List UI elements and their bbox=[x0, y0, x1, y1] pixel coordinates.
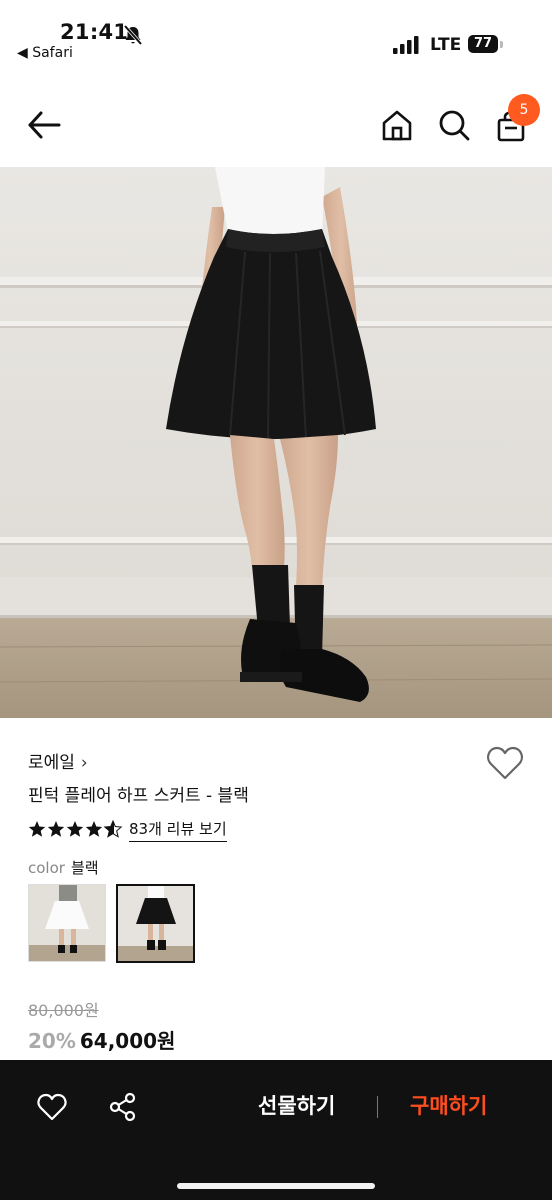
original-price: 80,000원 bbox=[28, 1001, 99, 1020]
home-icon[interactable] bbox=[380, 108, 414, 142]
carrier-label: LTE bbox=[430, 35, 462, 55]
chevron-right-icon: › bbox=[80, 753, 88, 773]
status-bar: 21:41 ◀ Safari LTE 77 bbox=[0, 0, 552, 80]
battery-tip bbox=[500, 41, 503, 48]
notification-muted-icon bbox=[123, 24, 143, 46]
divider bbox=[377, 1096, 378, 1118]
top-navigation: 5 bbox=[0, 90, 552, 166]
product-page: 21:41 ◀ Safari LTE 77 5 로에일 › 핀턱 플레어 하프 … bbox=[0, 0, 552, 1200]
star-half-icon bbox=[104, 820, 122, 838]
status-time: 21:41 bbox=[60, 20, 129, 44]
bottom-action-bar: 선물하기 구매하기 bbox=[0, 1060, 552, 1200]
buy-button[interactable]: 구매하기 bbox=[410, 1090, 487, 1120]
heart-icon[interactable] bbox=[486, 745, 524, 781]
review-link[interactable]: 83개 리뷰 보기 bbox=[129, 818, 227, 842]
search-icon[interactable] bbox=[437, 108, 471, 142]
color-selection-label: color 블랙 bbox=[28, 857, 99, 878]
star-icon bbox=[47, 821, 65, 837]
discount-rate: 20% bbox=[28, 1029, 76, 1053]
signal-icon bbox=[393, 36, 419, 54]
star-icon bbox=[66, 821, 84, 837]
color-swatch-black[interactable] bbox=[116, 884, 195, 963]
share-icon[interactable] bbox=[108, 1092, 138, 1122]
back-to-safari-link[interactable]: ◀ Safari bbox=[17, 45, 73, 61]
product-title: 핀턱 플레어 하프 스커트 - 블랙 bbox=[28, 786, 249, 806]
star-icon bbox=[28, 821, 46, 837]
heart-icon[interactable] bbox=[37, 1092, 67, 1122]
home-indicator bbox=[177, 1183, 375, 1189]
final-price: 64,000원 bbox=[79, 1029, 176, 1053]
brand-link[interactable]: 로에일 › bbox=[28, 748, 88, 773]
color-label: color bbox=[28, 859, 65, 877]
color-value: 블랙 bbox=[70, 859, 99, 877]
gift-button[interactable]: 선물하기 bbox=[258, 1090, 335, 1120]
price-row: 20% 64,000원 bbox=[28, 1025, 175, 1054]
brand-name: 로에일 bbox=[28, 753, 75, 773]
back-arrow-icon[interactable] bbox=[27, 108, 61, 142]
color-swatch-white[interactable] bbox=[28, 884, 106, 962]
cart-count-badge: 5 bbox=[508, 94, 540, 126]
product-image[interactable] bbox=[0, 167, 552, 718]
battery-level: 77 bbox=[468, 35, 498, 53]
star-icon bbox=[85, 821, 103, 837]
star-rating bbox=[28, 820, 122, 838]
